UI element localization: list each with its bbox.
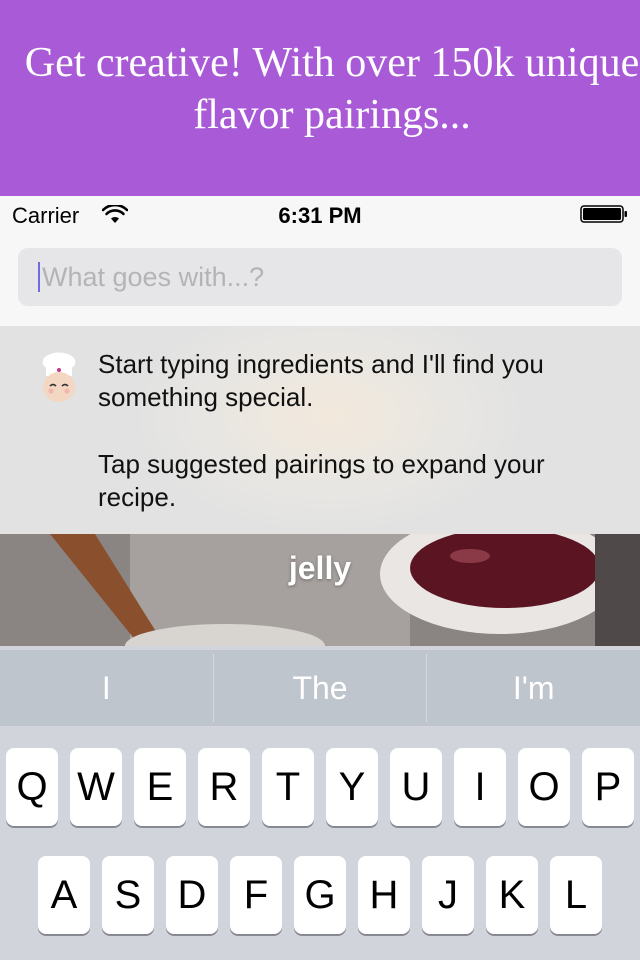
key-s[interactable]: S <box>102 856 154 934</box>
search-bar <box>0 236 640 327</box>
key-d[interactable]: D <box>166 856 218 934</box>
key-w[interactable]: W <box>70 748 122 826</box>
key-l[interactable]: L <box>550 856 602 934</box>
key-y[interactable]: Y <box>326 748 378 826</box>
key-a[interactable]: A <box>38 856 90 934</box>
key-f[interactable]: F <box>230 856 282 934</box>
pairing-label: jelly <box>288 550 352 586</box>
key-u[interactable]: U <box>390 748 442 826</box>
hint-line-typing: Start typing ingredients and I'll find y… <box>98 349 544 412</box>
key-h[interactable]: H <box>358 856 410 934</box>
suggestion-item[interactable]: The <box>214 650 427 726</box>
key-k[interactable]: K <box>486 856 538 934</box>
suggestion-item[interactable]: I <box>0 650 213 726</box>
chef-icon <box>41 351 77 402</box>
key-j[interactable]: J <box>422 856 474 934</box>
key-q[interactable]: Q <box>6 748 58 826</box>
key-t[interactable]: T <box>262 748 314 826</box>
search-field[interactable] <box>18 248 622 306</box>
hint-line-tap: Tap suggested pairings to expand your re… <box>98 449 545 512</box>
status-bar: Carrier 6:31 PM <box>0 196 640 236</box>
text-cursor <box>38 262 40 292</box>
banner-text: Get creative! With over 150k unique flav… <box>24 40 640 138</box>
key-i[interactable]: I <box>454 748 506 826</box>
hint-text: Start typing ingredients and I'll find y… <box>98 348 618 514</box>
promo-banner: Get creative! With over 150k unique flav… <box>0 0 640 196</box>
status-time: 6:31 PM <box>278 203 362 228</box>
key-e[interactable]: E <box>134 748 186 826</box>
search-input[interactable] <box>42 261 602 293</box>
key-g[interactable]: G <box>294 856 346 934</box>
key-r[interactable]: R <box>198 748 250 826</box>
pairing-row[interactable]: jelly <box>0 534 640 646</box>
predictive-text-bar: I The I'm <box>0 650 640 726</box>
key-o[interactable]: O <box>518 748 570 826</box>
battery-icon <box>580 205 627 223</box>
hint-panel: Start typing ingredients and I'll find y… <box>0 326 640 534</box>
key-p[interactable]: P <box>582 748 634 826</box>
suggestion-item[interactable]: I'm <box>427 650 640 726</box>
keyboard: Q W E R T Y U I O P A S D F G H J K L <box>0 726 640 960</box>
